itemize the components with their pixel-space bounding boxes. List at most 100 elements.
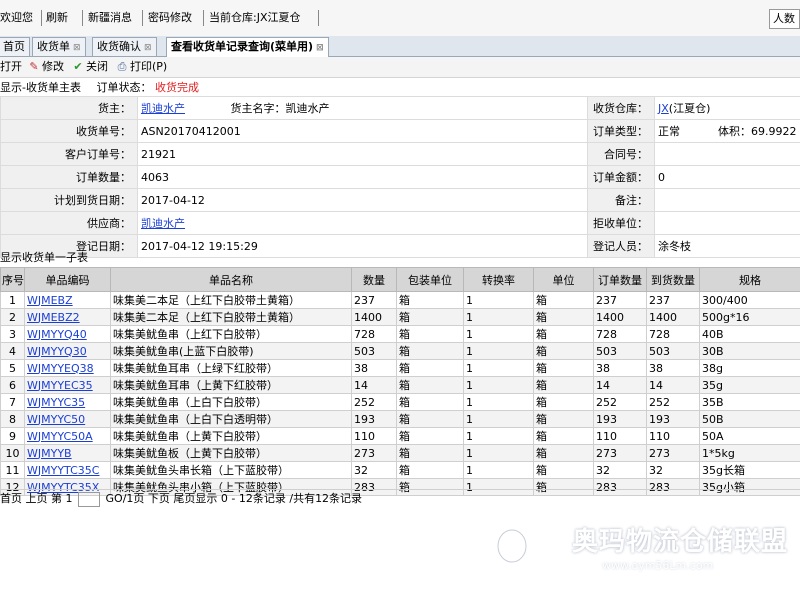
column-header[interactable]: 规格 [699,267,800,292]
column-header[interactable]: 转换率 [463,267,534,292]
quantity-cell: 728 [351,325,397,343]
receipt-detail-grid: 序号 单品编码 单品名称 数量 包装单位 转换率 单位 订单数量 到货数量 规格… [0,267,800,496]
item-code-link[interactable]: WJMYYQ40 [27,328,87,341]
item-name-cell: 味集美鱿鱼串（上红下白胶带） [110,325,352,343]
table-row[interactable]: 9 WJMYYC50A 味集美鱿鱼串（上黄下白胶带） 110 箱 1 箱 110 110 50A [0,427,800,445]
detail-section-title-text: 显示收货单一子表 [0,251,88,264]
item-code-link[interactable]: WJMYYQ30 [27,345,87,358]
table-row[interactable]: 6 WJMYYEC35 味集美鱿鱼耳串（上黄下红胶带） 14 箱 1 箱 14 14 35g [0,376,800,394]
table-row[interactable]: 1 WJMEBZ 味集美二本足（上红下白胶带土黄箱） 237 箱 1 箱 237 237 300/… [0,291,800,309]
printer-icon: ⎙ [117,60,127,73]
volume-value: 69.9922 [751,125,797,138]
warehouse-label: 收货仓库： [587,96,655,120]
page-input[interactable] [78,491,100,507]
quantity-cell: 32 [351,461,397,479]
table-row[interactable]: 2 WJMEBZ2 味集美二本足（上红下白胶带土黄箱） 1400 箱 1 箱 1400 1400… [0,308,800,326]
conversion-rate-cell: 1 [463,444,534,462]
item-name-cell: 味集美鱿鱼串（上黄下白胶带） [110,427,352,445]
table-row[interactable]: 10 WJMYYB 味集美鱿鱼板（上黄下白胶带） 273 箱 1 箱 273 273 1*5kg [0,444,800,462]
item-code-link[interactable]: WJMYYB [27,447,72,460]
last-page-link[interactable]: 尾页 [173,492,195,505]
change-password-link[interactable]: 密码修改 [148,11,192,25]
column-header[interactable]: 单位 [533,267,594,292]
order-type-cell: 正常 体积：69.9922 [654,119,800,143]
order-qty-cell: 728 [593,325,647,343]
item-name-cell: 味集美鱿鱼耳串（上绿下红胶带） [110,359,352,377]
quantity-cell: 273 [351,444,397,462]
table-row[interactable]: 4 WJMYYQ30 味集美鱿鱼串(上蓝下白胶带) 503 箱 1 箱 503 503 30B [0,342,800,360]
prev-page-link[interactable]: 上页 [26,492,48,505]
column-header[interactable]: 单品名称 [110,267,352,292]
table-row[interactable]: 8 WJMYYC50 味集美鱿鱼串（上白下白透明带） 193 箱 1 箱 193 193 50B [0,410,800,428]
item-code-link[interactable]: WJMYYC50 [27,413,85,426]
divider [318,10,319,26]
item-code-link[interactable]: WJMEBZ [27,294,73,307]
unit-cell: 箱 [533,393,594,411]
owner-link[interactable]: 凯迪水产 [141,102,185,115]
current-warehouse-text[interactable]: 当前仓库:JX江夏仓 [209,11,301,25]
row-index-cell: 11 [0,461,25,479]
registrar-value: 涂冬枝 [654,234,800,258]
quantity-cell: 503 [351,342,397,360]
next-page-link[interactable]: 下页 [148,492,170,505]
column-header[interactable]: 序号 [0,267,25,292]
receipt-no-label: 收货单号： [0,119,138,143]
spec-cell: 1*5kg [699,444,800,462]
first-page-link[interactable]: 首页 [0,492,22,505]
item-code-link[interactable]: WJMYYTC35C [27,464,99,477]
table-row[interactable]: 7 WJMYYC35 味集美鱿鱼串（上白下白胶带） 252 箱 1 箱 252 252 35B [0,393,800,411]
close-icon[interactable]: ⊠ [316,43,324,53]
page-number: 1 [65,492,73,505]
quantity-cell: 252 [351,393,397,411]
warehouse-link[interactable]: JX [658,102,669,115]
modify-button[interactable]: ✎ 修改 [28,59,64,75]
tab-home[interactable]: 首页 [0,37,30,56]
print-button[interactable]: ⎙ 打印(P) [116,59,168,75]
order-status-label: 订单状态： [96,81,152,94]
pager: 首页 上页 第 1 GO/1页 下页 尾页显示 0 - 12条记录 /共有12条… [0,489,800,508]
column-header[interactable]: 到货数量 [646,267,700,292]
column-header[interactable]: 单品编码 [24,267,111,292]
unit-cell: 箱 [533,308,594,326]
unit-cell: 箱 [533,359,594,377]
item-code-link[interactable]: WJMEBZ2 [27,311,80,324]
open-button[interactable]: 打开 [0,59,22,75]
unit-cell: 箱 [533,325,594,343]
column-header[interactable]: 订单数量 [593,267,647,292]
arrival-qty-cell: 32 [646,461,700,479]
arrival-qty-cell: 193 [646,410,700,428]
owner-name-value: 凯迪水产 [285,102,330,115]
table-row[interactable]: 11 WJMYYTC35C 味集美鱿鱼头串长箱（上下蓝胶带） 32 箱 1 箱 32 32 35g… [0,461,800,479]
close-icon[interactable]: ⊠ [144,43,152,53]
close-button[interactable]: ✔ 关闭 [72,59,108,75]
tab-receipt[interactable]: 收货单 ⊠ [32,37,86,56]
item-code-cell: WJMEBZ [24,291,111,309]
item-code-cell: WJMYYQ30 [24,342,111,360]
news-link[interactable]: 新疆消息 [88,11,132,25]
item-code-link[interactable]: WJMYYEC35 [27,379,93,392]
item-code-link[interactable]: WJMYYEQ38 [27,362,94,375]
row-index-cell: 10 [0,444,25,462]
order-amount-value: 0 [654,165,800,189]
order-status-value: 收货完成 [154,81,199,94]
pack-unit-cell: 箱 [396,393,464,411]
supplier-link[interactable]: 凯迪水产 [141,217,185,230]
refresh-link[interactable]: 刷新 [46,11,68,25]
table-row[interactable]: 5 WJMYYEQ38 味集美鱿鱼耳串（上绿下红胶带） 38 箱 1 箱 38 38 38g [0,359,800,377]
item-code-link[interactable]: WJMYYC35 [27,396,85,409]
user-count-box[interactable]: 人数 [769,9,800,29]
column-header[interactable]: 包装单位 [396,267,464,292]
tab-receipt-query[interactable]: 查看收货单记录查询(菜单用) ⊠ [166,37,329,57]
item-code-cell: WJMYYQ40 [24,325,111,343]
order-qty-cell: 252 [593,393,647,411]
toolbar: 打开 ✎ 修改 ✔ 关闭 ⎙ 打印(P) [0,57,800,78]
tab-label: 收货单 [37,40,70,53]
go-button[interactable]: GO [106,492,123,505]
column-header[interactable]: 数量 [351,267,397,292]
close-icon[interactable]: ⊠ [73,43,81,53]
table-row[interactable]: 3 WJMYYQ40 味集美鱿鱼串（上红下白胶带） 728 箱 1 箱 728 728 40B [0,325,800,343]
tab-receipt-confirm[interactable]: 收货确认 ⊠ [92,37,157,56]
item-code-link[interactable]: WJMYYC50A [27,430,93,443]
spec-cell: 40B [699,325,800,343]
item-code-cell: WJMEBZ2 [24,308,111,326]
